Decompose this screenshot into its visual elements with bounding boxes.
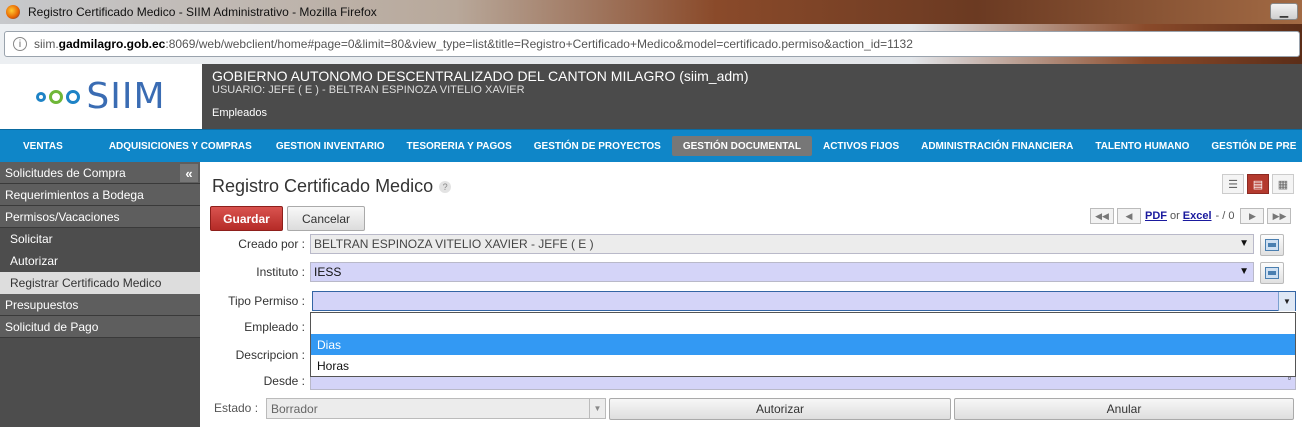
sidebar-item-permisos-vacaciones[interactable]: Permisos/Vacaciones bbox=[0, 206, 200, 228]
menu-item-gestion-proyectos[interactable]: GESTIÓN DE PROYECTOS bbox=[523, 136, 672, 156]
browser-toolbar: i siim. gadmilagro.gob.ec:8069/web/webcli… bbox=[0, 24, 1302, 64]
user-info: USUARIO: JEFE ( E ) - BELTRAN ESPINOZA V… bbox=[212, 84, 525, 96]
url-bar[interactable]: i siim. gadmilagro.gob.ec:8069/web/webcli… bbox=[4, 31, 1300, 57]
url-prefix: siim. bbox=[34, 37, 59, 51]
dropdown-arrow-icon[interactable]: ▼ bbox=[1239, 266, 1249, 277]
info-icon[interactable]: i bbox=[13, 37, 27, 51]
desde-label: Desde : bbox=[263, 374, 305, 388]
collapse-icon[interactable]: « bbox=[180, 164, 198, 182]
first-page-icon[interactable]: ◀◀ bbox=[1090, 208, 1114, 224]
sidebar-item-label: Registrar Certificado Medico bbox=[10, 276, 162, 290]
estado-select: Borrador ▼ bbox=[266, 398, 606, 419]
sidebar-item-solicitud-pago[interactable]: Solicitud de Pago bbox=[0, 316, 200, 338]
dropdown-option-horas[interactable]: Horas bbox=[311, 355, 1295, 376]
menu-item-gestion-presupuesto[interactable]: GESTIÓN DE PRE bbox=[1200, 136, 1302, 156]
module-label[interactable]: Empleados bbox=[212, 107, 267, 119]
form-view-icon[interactable]: ▤ bbox=[1247, 174, 1269, 194]
sidebar-item-presupuestos[interactable]: Presupuestos bbox=[0, 294, 200, 316]
main-content: Registro Certificado Medico? ☰ ▤ ▦ Guard… bbox=[202, 162, 1302, 427]
descripcion-label: Descripcion : bbox=[235, 348, 305, 362]
organization-name: GOBIERNO AUTONOMO DESCENTRALIZADO DEL CA… bbox=[212, 68, 749, 84]
menu-item-talento-humano[interactable]: TALENTO HUMANO bbox=[1084, 136, 1200, 156]
dropdown-arrow-icon[interactable]: ▼ bbox=[1239, 238, 1249, 249]
menu-item-administracion-financiera[interactable]: ADMINISTRACIÓN FINANCIERA bbox=[910, 136, 1084, 156]
pager: ◀◀ ◀ PDF or Excel - / 0 ▶ ▶▶ bbox=[1090, 208, 1292, 224]
sidebar-item-label: Permisos/Vacaciones bbox=[5, 209, 120, 224]
tipo-permiso-dropdown: Dias Horas bbox=[310, 312, 1296, 377]
creado-por-field[interactable]: BELTRAN ESPINOZA VITELIO XAVIER - JEFE (… bbox=[310, 234, 1254, 254]
dropdown-option-dias[interactable]: Dias bbox=[311, 334, 1295, 355]
tipo-permiso-label: Tipo Permiso : bbox=[228, 294, 305, 308]
main-menu: VENTAS ADQUISICIONES Y COMPRAS GESTION I… bbox=[0, 129, 1302, 162]
open-record-icon bbox=[1265, 267, 1279, 279]
open-record-button[interactable] bbox=[1260, 262, 1284, 284]
pager-count: - / 0 bbox=[1215, 210, 1235, 222]
instituto-field[interactable]: IESS ▼ bbox=[310, 262, 1254, 282]
sidebar-item-label: Requerimientos a Bodega bbox=[5, 187, 144, 202]
instituto-label: Instituto : bbox=[256, 265, 305, 279]
cancel-button[interactable]: Cancelar bbox=[287, 206, 365, 231]
save-button[interactable]: Guardar bbox=[210, 206, 283, 231]
logo-text: SIIM bbox=[86, 76, 166, 117]
app-header: SIIM GOBIERNO AUTONOMO DESCENTRALIZADO D… bbox=[0, 64, 1302, 129]
sidebar-item-registrar-certificado[interactable]: Registrar Certificado Medico bbox=[0, 272, 200, 294]
url-rest: :8069/web/webclient/home#page=0&limit=80… bbox=[165, 37, 913, 51]
sidebar-item-label: Autorizar bbox=[10, 254, 59, 268]
pdf-link[interactable]: PDF bbox=[1145, 210, 1167, 222]
tipo-permiso-select[interactable]: ▼ bbox=[312, 291, 1296, 311]
grid-view-icon[interactable]: ▦ bbox=[1272, 174, 1294, 194]
url-host: gadmilagro.gob.ec bbox=[58, 37, 166, 51]
menu-item-ventas[interactable]: VENTAS bbox=[0, 136, 98, 156]
sidebar-item-label: Solicitar bbox=[10, 232, 53, 246]
logo-dots-icon bbox=[36, 89, 81, 104]
last-page-icon[interactable]: ▶▶ bbox=[1267, 208, 1292, 224]
sidebar-item-solicitar[interactable]: Solicitar bbox=[0, 228, 200, 250]
page-title: Registro Certificado Medico? bbox=[212, 176, 452, 197]
sidebar-item-requerimientos-bodega[interactable]: Requerimientos a Bodega bbox=[0, 184, 200, 206]
menu-item-activos-fijos[interactable]: ACTIVOS FIJOS bbox=[812, 136, 910, 156]
sidebar-item-autorizar[interactable]: Autorizar bbox=[0, 250, 200, 272]
chevron-down-icon[interactable]: ▼ bbox=[1278, 292, 1295, 311]
creado-por-label: Creado por : bbox=[238, 237, 305, 251]
excel-link[interactable]: Excel bbox=[1183, 210, 1212, 222]
chevron-down-icon: ▼ bbox=[589, 399, 605, 418]
dropdown-option-empty[interactable] bbox=[311, 313, 1295, 334]
sidebar-item-label: Presupuestos bbox=[5, 297, 79, 312]
sidebar-item-label: Solicitudes de Compra bbox=[5, 165, 126, 180]
sidebar: Solicitudes de Compra « Requerimientos a… bbox=[0, 162, 200, 427]
autorizar-button[interactable]: Autorizar bbox=[609, 398, 951, 420]
browser-titlebar: Registro Certificado Medico - SIIM Admin… bbox=[0, 0, 1302, 24]
menu-item-adquisiciones[interactable]: ADQUISICIONES Y COMPRAS bbox=[98, 136, 265, 156]
menu-item-tesoreria[interactable]: TESORERIA Y PAGOS bbox=[396, 136, 523, 156]
next-page-icon[interactable]: ▶ bbox=[1240, 208, 1265, 224]
open-record-button[interactable] bbox=[1260, 234, 1284, 256]
firefox-icon bbox=[6, 5, 20, 19]
minimize-icon[interactable]: ▁ bbox=[1270, 3, 1298, 20]
pager-or: or bbox=[1170, 210, 1180, 222]
menu-item-gestion-inventario[interactable]: GESTION INVENTARIO bbox=[265, 136, 396, 156]
prev-page-icon[interactable]: ◀ bbox=[1117, 208, 1141, 224]
empleado-label: Empleado : bbox=[244, 320, 305, 334]
sidebar-item-solicitudes-compra[interactable]: Solicitudes de Compra « bbox=[0, 162, 200, 184]
help-icon[interactable]: ? bbox=[439, 181, 452, 194]
sidebar-item-label: Solicitud de Pago bbox=[5, 319, 99, 334]
list-view-icon[interactable]: ☰ bbox=[1222, 174, 1244, 194]
window-title: Registro Certificado Medico - SIIM Admin… bbox=[28, 5, 377, 19]
anular-button[interactable]: Anular bbox=[954, 398, 1294, 420]
menu-item-gestion-documental[interactable]: GESTIÓN DOCUMENTAL bbox=[671, 136, 812, 156]
estado-label: Estado : bbox=[214, 401, 259, 415]
open-record-icon bbox=[1265, 239, 1279, 251]
siim-logo[interactable]: SIIM bbox=[0, 64, 202, 129]
